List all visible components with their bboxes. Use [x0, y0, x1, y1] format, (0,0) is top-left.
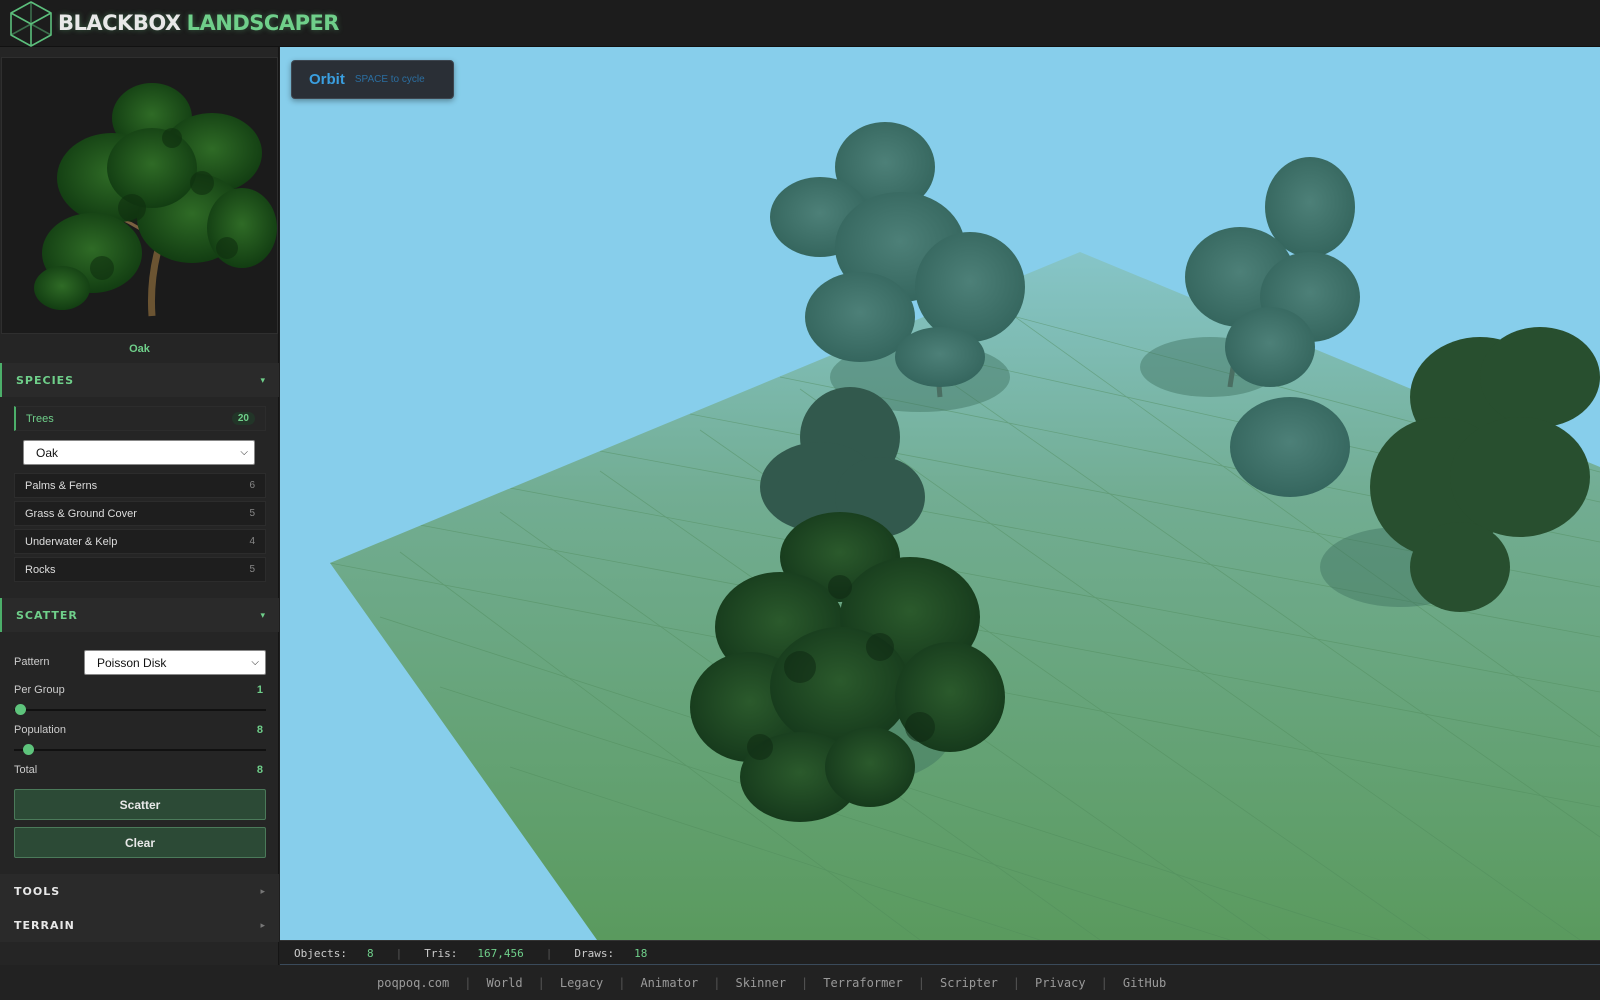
category-label: Trees [26, 412, 54, 425]
footer-separator: | [801, 975, 809, 990]
camera-mode-hint: SPACE to cycle [354, 74, 425, 85]
category-label: Underwater & Kelp [25, 535, 118, 548]
category-label: Palms & Ferns [25, 479, 98, 492]
total-value: 8 [256, 764, 263, 776]
population-slider[interactable] [14, 744, 266, 755]
camera-mode-indicator[interactable]: Orbit SPACE to cycle [291, 60, 454, 99]
pattern-label: Pattern [14, 656, 50, 668]
per-group-label: Per Group [14, 684, 65, 696]
chevron-down-icon: ▾ [260, 609, 265, 620]
preview-species-name: Oak [129, 343, 150, 355]
tools-section-header[interactable]: TOOLS ▸ [0, 874, 279, 908]
footer-separator: | [917, 975, 925, 990]
scatter-button[interactable]: Scatter [14, 789, 266, 820]
draws-label: Draws: [574, 946, 615, 960]
oak-tree-preview-image [34, 83, 277, 317]
per-group-slider-thumb[interactable] [15, 704, 26, 715]
footer-link-world[interactable]: World [486, 976, 522, 990]
footer-separator: | [1012, 975, 1021, 990]
footer-link-animator[interactable]: Animator [640, 976, 698, 990]
tris-value: 167,456 [477, 946, 524, 960]
tools-section-title: TOOLS [14, 884, 61, 898]
pattern-select[interactable]: Poisson Disk ⌵ [84, 650, 266, 675]
category-trees[interactable]: Trees 20 [14, 406, 266, 431]
category-count: 4 [249, 536, 255, 547]
status-separator: | [545, 946, 553, 960]
category-rocks[interactable]: Rocks 5 [14, 557, 266, 582]
tris-label: Tris: [424, 946, 458, 960]
category-count: 5 [249, 564, 255, 575]
chevron-down-icon: ⌵ [240, 447, 248, 458]
terrain-section-header[interactable]: TERRAIN ▸ [0, 908, 279, 942]
footer-link-skinner[interactable]: Skinner [735, 976, 786, 990]
category-label: Rocks [25, 563, 56, 576]
scatter-section-title: SCATTER [16, 608, 78, 622]
app-title: BLACKBOX LANDSCAPER [58, 11, 339, 35]
chevron-down-icon: ▾ [260, 374, 265, 385]
category-count: 6 [249, 480, 255, 491]
status-bar: Objects: 8 | Tris: 167,456 | Draws: 18 [280, 940, 1600, 965]
category-grass-ground-cover[interactable]: Grass & Ground Cover 5 [14, 501, 266, 526]
cube-logo-icon [10, 1, 52, 47]
footer-link-poqpoq[interactable]: poqpoq.com [377, 976, 449, 990]
population-value: 8 [256, 724, 263, 736]
footer-link-scripter[interactable]: Scripter [940, 976, 998, 990]
species-select-value: Oak [36, 445, 59, 460]
chevron-down-icon: ⌵ [251, 657, 259, 668]
app-header: BLACKBOX LANDSCAPER [0, 0, 1600, 47]
objects-value: 8 [366, 946, 374, 960]
scene-render[interactable] [280, 47, 1600, 940]
footer-link-legacy[interactable]: Legacy [560, 976, 603, 990]
per-group-value: 1 [256, 684, 263, 696]
chevron-right-icon: ▸ [260, 885, 265, 896]
chevron-right-icon: ▸ [260, 919, 265, 930]
footer-separator: | [618, 975, 626, 990]
footer-separator: | [1100, 975, 1108, 990]
app-title-part1: BLACKBOX [58, 11, 181, 35]
species-section-title: SPECIES [16, 373, 75, 387]
species-preview [1, 57, 278, 334]
terrain-section-title: TERRAIN [14, 918, 75, 932]
population-label: Population [14, 724, 66, 736]
footer-link-terraformer[interactable]: Terraformer [823, 976, 902, 990]
category-count: 20 [231, 412, 255, 425]
category-label: Grass & Ground Cover [25, 507, 137, 520]
clear-button[interactable]: Clear [14, 827, 266, 858]
pattern-select-value: Poisson Disk [97, 655, 167, 670]
3d-viewport[interactable]: Orbit SPACE to cycle [280, 47, 1600, 940]
camera-mode-label: Orbit [309, 71, 345, 88]
objects-label: Objects: [294, 946, 347, 960]
footer-separator: | [713, 975, 721, 990]
status-separator: | [395, 946, 403, 960]
footer-separator: | [464, 975, 472, 990]
app-title-part2: LANDSCAPER [186, 11, 340, 35]
species-select[interactable]: Oak ⌵ [23, 440, 255, 465]
population-slider-thumb[interactable] [23, 744, 34, 755]
footer-link-privacy[interactable]: Privacy [1035, 976, 1086, 990]
footer-nav: poqpoq.com | World | Legacy | Animator |… [0, 965, 1600, 1000]
category-count: 5 [249, 508, 255, 519]
scatter-section-header[interactable]: SCATTER ▾ [0, 598, 279, 632]
footer-link-github[interactable]: GitHub [1123, 976, 1166, 990]
total-label: Total [14, 764, 38, 776]
draws-value: 18 [634, 946, 648, 960]
per-group-slider[interactable] [14, 704, 266, 715]
category-underwater-kelp[interactable]: Underwater & Kelp 4 [14, 529, 266, 554]
species-section-header[interactable]: SPECIES ▾ [0, 363, 279, 397]
category-palms-ferns[interactable]: Palms & Ferns 6 [14, 473, 266, 498]
footer-separator: | [537, 975, 545, 990]
sidebar: Oak SPECIES ▾ Trees 20 Oak ⌵ Palms & Fer… [0, 47, 279, 1000]
